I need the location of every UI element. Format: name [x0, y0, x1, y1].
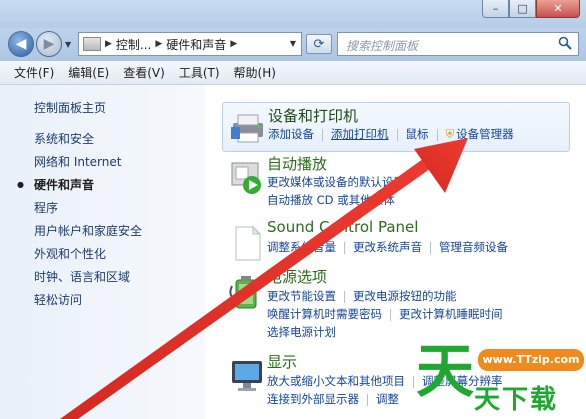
refresh-icon: ⟳ — [313, 36, 325, 52]
title-bar: – □ ✕ — [0, 0, 586, 28]
search-icon[interactable] — [558, 36, 572, 50]
chevron-right-icon[interactable]: ▶ — [230, 39, 237, 49]
category-sound: Sound Control Panel 调整系统音量 更改系统声音 管理音频设备 — [222, 218, 570, 262]
adjust-volume-link[interactable]: 调整系统音量 — [267, 239, 336, 255]
device-manager-link[interactable]: 设备管理器 — [456, 126, 514, 142]
autoplay-links-row2: 自动播放 CD 或其他媒体 — [267, 192, 395, 208]
autoplay-title[interactable]: 自动播放 — [267, 153, 327, 174]
chevron-right-icon[interactable]: ▶ — [105, 39, 112, 49]
nav-clock-language[interactable]: 时钟、语言和区域 — [34, 270, 142, 293]
autoplay-links-row1: 更改媒体或设备的默认设置 — [267, 174, 405, 190]
nav-user-accounts[interactable]: 用户帐户和家庭安全 — [34, 224, 142, 247]
recent-pages-dropdown[interactable]: ▼ — [65, 40, 71, 49]
watermark-big-glyph: 天 — [416, 337, 475, 405]
search-input[interactable]: 搜索控制面板 — [337, 32, 579, 56]
devices-printers-title[interactable]: 设备和打印机 — [268, 105, 358, 126]
monitor-icon — [232, 361, 262, 391]
control-panel-home-link[interactable]: 控制面板主页 — [34, 99, 106, 116]
connect-external-display-link[interactable]: 连接到外部显示器 — [267, 391, 359, 407]
refresh-button[interactable]: ⟳ — [306, 34, 332, 54]
power-links-row2: 唤醒计算机时需要密码 更改计算机睡眠时间 — [267, 306, 503, 322]
arrow-right-icon: ▶ — [43, 36, 55, 52]
forward-button[interactable]: ▶ — [36, 31, 62, 57]
search-placeholder: 搜索控制面板 — [346, 39, 419, 53]
address-toolbar: ◀ ▶ ▼ ▶ 控制... ▶ 硬件和声音 ▶ ▼ ⟳ 搜索控制面板 — [0, 28, 586, 61]
autoplay-icon — [231, 162, 261, 194]
maximize-button[interactable]: □ — [509, 0, 536, 18]
window-controls: – □ ✕ — [482, 0, 580, 18]
sound-document-icon — [235, 225, 262, 261]
breadcrumb-control-panel[interactable]: 控制... — [116, 36, 151, 53]
category-power: 电源选项 更改节能设置 更改电源按钮的功能 唤醒计算机时需要密码 更改计算机睡眠时间… — [222, 266, 570, 342]
category-devices-printers: 设备和打印机 添加设备 添加打印机 鼠标 ⛨ 设备管理器 — [222, 102, 570, 152]
close-button[interactable]: ✕ — [536, 0, 580, 18]
nav-ease-of-access[interactable]: 轻松访问 — [34, 293, 142, 316]
add-device-link[interactable]: 添加设备 — [268, 126, 314, 142]
manage-audio-devices-link[interactable]: 管理音频设备 — [439, 239, 508, 255]
menu-bar: 文件(F) 编辑(E) 查看(V) 工具(T) 帮助(H) — [0, 61, 586, 85]
watermark-url: www.TTzip.com — [478, 349, 584, 371]
back-button[interactable]: ◀ — [8, 31, 34, 57]
address-bar[interactable]: ▶ 控制... ▶ 硬件和声音 ▶ ▼ — [78, 32, 302, 56]
nav-network-internet[interactable]: 网络和 Internet — [34, 155, 142, 178]
change-media-defaults-link[interactable]: 更改媒体或设备的默认设置 — [267, 174, 405, 190]
menu-edit[interactable]: 编辑(E) — [61, 64, 116, 81]
change-power-saving-link[interactable]: 更改节能设置 — [267, 288, 336, 304]
display-links-row2: 连接到外部显示器 调整 — [267, 391, 399, 407]
category-list: 系统和安全 网络和 Internet 硬件和声音 程序 用户帐户和家庭安全 外观… — [17, 132, 142, 316]
shield-icon: ⛨ — [445, 127, 455, 141]
menu-tools[interactable]: 工具(T) — [172, 64, 227, 81]
address-dropdown-icon[interactable]: ▼ — [290, 39, 296, 48]
site-watermark: 天 www.TTzip.com 天下载 — [412, 335, 586, 419]
devices-links: 添加设备 添加打印机 鼠标 ⛨ 设备管理器 — [268, 126, 514, 142]
power-links-row3: 选择电源计划 — [267, 324, 336, 340]
mouse-link[interactable]: 鼠标 — [406, 126, 429, 142]
printer-icon — [231, 114, 263, 143]
change-sounds-link[interactable]: 更改系统声音 — [353, 239, 422, 255]
sound-links: 调整系统音量 更改系统声音 管理音频设备 — [267, 239, 508, 255]
nav-system-security[interactable]: 系统和安全 — [34, 132, 142, 155]
chevron-right-icon[interactable]: ▶ — [155, 39, 162, 49]
require-password-wake-link[interactable]: 唤醒计算机时需要密码 — [267, 306, 382, 322]
left-navigation-pane: 控制面板主页 系统和安全 网络和 Internet 硬件和声音 程序 用户帐户和… — [0, 85, 205, 419]
watermark-text: 天下载 — [474, 385, 559, 415]
category-autoplay: 自动播放 更改媒体或设备的默认设置 自动播放 CD 或其他媒体 — [222, 153, 570, 209]
nav-hardware-sound: 硬件和声音 — [17, 178, 142, 201]
sound-title[interactable]: Sound Control Panel — [267, 218, 418, 236]
change-power-button-link[interactable]: 更改电源按钮的功能 — [353, 288, 457, 304]
add-printer-link[interactable]: 添加打印机 — [331, 126, 389, 142]
power-title[interactable]: 电源选项 — [267, 266, 327, 287]
display-title[interactable]: 显示 — [267, 351, 297, 372]
menu-file[interactable]: 文件(F) — [0, 64, 61, 81]
breadcrumb-hardware-sound[interactable]: 硬件和声音 — [166, 36, 226, 53]
battery-icon — [229, 276, 257, 309]
minimize-button[interactable]: – — [482, 0, 509, 18]
nav-appearance[interactable]: 外观和个性化 — [34, 247, 142, 270]
arrow-left-icon: ◀ — [15, 36, 27, 52]
change-sleep-time-link[interactable]: 更改计算机睡眠时间 — [399, 306, 503, 322]
adjust-link[interactable]: 调整 — [376, 391, 399, 407]
power-links-row1: 更改节能设置 更改电源按钮的功能 — [267, 288, 457, 304]
choose-power-plan-link[interactable]: 选择电源计划 — [267, 324, 336, 340]
menu-view[interactable]: 查看(V) — [116, 64, 172, 81]
control-panel-icon — [83, 37, 101, 51]
menu-help[interactable]: 帮助(H) — [227, 64, 283, 81]
autoplay-cd-link[interactable]: 自动播放 CD 或其他媒体 — [267, 192, 395, 208]
nav-programs[interactable]: 程序 — [34, 201, 142, 224]
text-size-link[interactable]: 放大或缩小文本和其他项目 — [267, 373, 405, 389]
